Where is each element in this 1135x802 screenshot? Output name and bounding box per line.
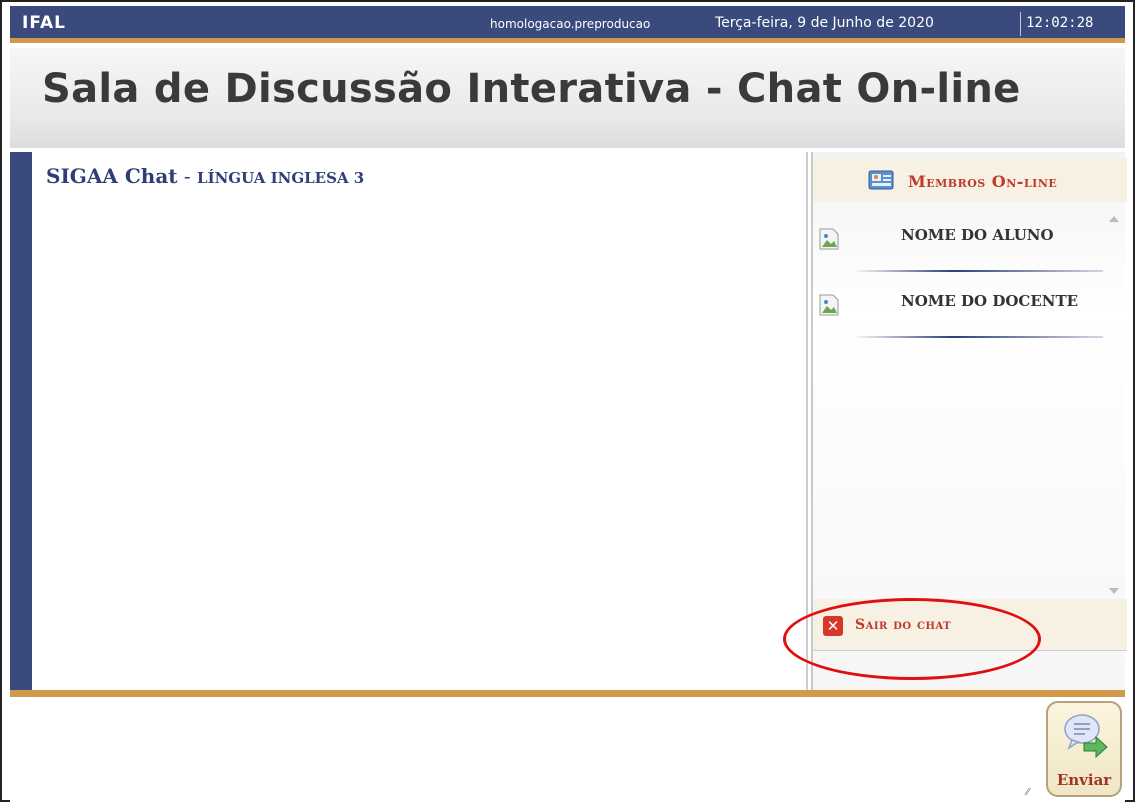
top-bar: IFAL homologacao.preproducao Terça-feira… xyxy=(10,6,1125,43)
message-input[interactable] xyxy=(10,697,1040,800)
send-label: Enviar xyxy=(1056,771,1112,789)
current-date: Terça-feira, 9 de Junho de 2020 xyxy=(715,15,934,31)
member-name: NOME DO DOCENTE xyxy=(901,292,1079,310)
members-sidebar: Membros On-line NOME DO ALUNO NOME DO DO… xyxy=(811,152,1127,690)
send-button[interactable]: Enviar xyxy=(1046,701,1122,797)
member-item[interactable]: NOME DO DOCENTE xyxy=(813,276,1108,338)
current-time: 12:02:28 xyxy=(1026,15,1094,31)
chat-heading: SIGAA Chat - LÍNGUA INGLESA 3 xyxy=(46,164,364,188)
header-separator xyxy=(1020,12,1021,36)
speech-bubble-send-icon xyxy=(1064,714,1108,759)
member-item[interactable]: NOME DO ALUNO xyxy=(813,210,1108,272)
chat-messages-panel[interactable]: SIGAA Chat - LÍNGUA INGLESA 3 xyxy=(10,152,808,690)
course-name: LÍNGUA INGLESA 3 xyxy=(197,169,365,187)
server-host: homologacao.preproducao xyxy=(490,17,651,31)
composer: ⁄⁄ Enviar xyxy=(10,697,1125,802)
chat-app-name: SIGAA Chat xyxy=(46,164,178,188)
member-name: NOME DO ALUNO xyxy=(901,226,1054,244)
heading-separator: - xyxy=(177,164,198,188)
member-divider xyxy=(853,270,1103,272)
members-title: Membros On-line xyxy=(908,172,1058,191)
exit-chat-button[interactable]: ✕ Sair do chat xyxy=(813,599,1127,651)
exit-chat-label: Sair do chat xyxy=(855,617,952,633)
title-band: Sala de Discussão Interativa - Chat On-l… xyxy=(10,48,1125,148)
scroll-up-arrow[interactable] xyxy=(1109,216,1119,222)
member-divider xyxy=(853,336,1103,338)
browser-frame: IFAL homologacao.preproducao Terça-feira… xyxy=(0,0,1135,802)
group-chat-icon xyxy=(868,170,894,190)
broken-image-icon xyxy=(819,228,839,250)
scroll-down-arrow[interactable] xyxy=(1109,588,1119,594)
members-header: Membros On-line xyxy=(813,158,1127,202)
institution-logo-text: IFAL xyxy=(22,13,66,33)
page-title: Sala de Discussão Interativa - Chat On-l… xyxy=(42,66,1021,112)
broken-image-icon xyxy=(819,294,839,316)
bottom-divider xyxy=(10,690,1125,697)
close-icon: ✕ xyxy=(823,616,843,636)
resize-grip-icon[interactable]: ⁄⁄ xyxy=(1026,787,1036,798)
